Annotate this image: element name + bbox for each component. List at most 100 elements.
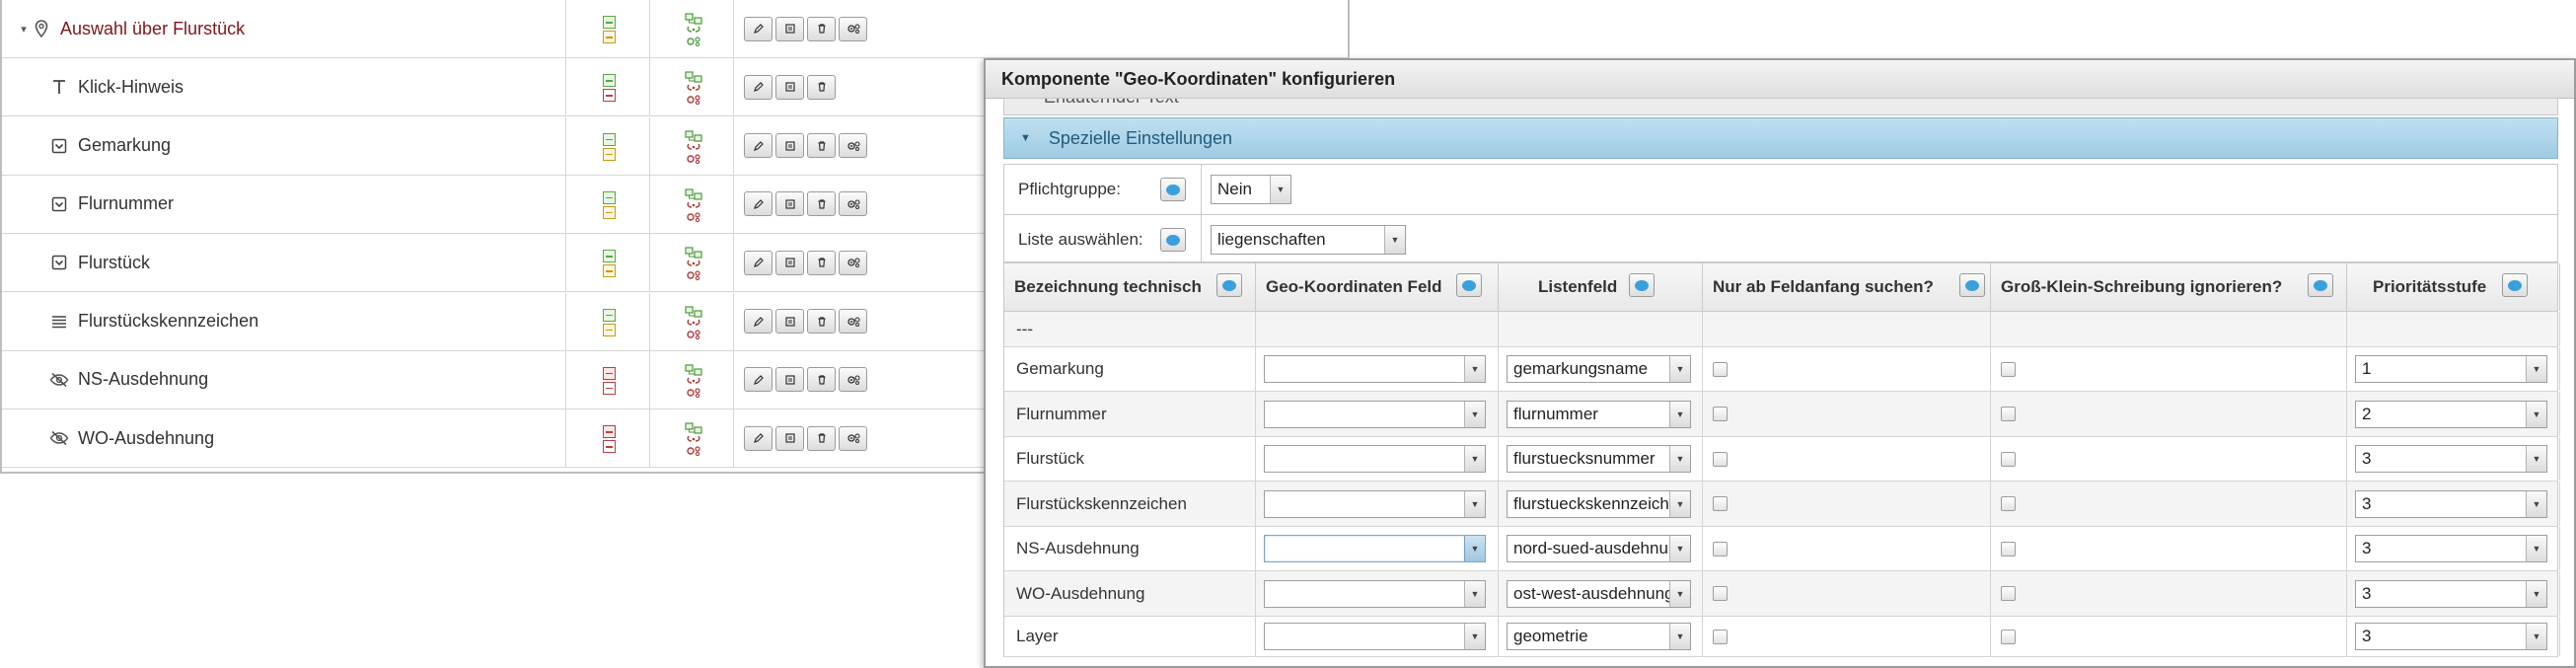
priority-select[interactable]: 3 ▼ <box>2355 445 2547 473</box>
copy-button[interactable] <box>775 367 804 393</box>
liste-help-button[interactable] <box>1160 228 1186 252</box>
chevron-down-icon[interactable]: ▼ <box>1464 356 1485 382</box>
chevron-down-icon[interactable]: ▼ <box>2526 580 2546 607</box>
tree-row[interactable]: ▾ Auswahl über Flurstück <box>2 0 1350 58</box>
column-help-button[interactable] <box>2502 273 2528 297</box>
chevron-down-icon[interactable]: ▼ <box>1464 446 1485 472</box>
chevron-down-icon[interactable]: ▼ <box>1669 446 1690 472</box>
trash-button[interactable] <box>807 250 836 275</box>
prefix-search-checkbox[interactable] <box>1713 361 1728 377</box>
geo-field-select[interactable]: ▼ <box>1264 355 1486 383</box>
column-help-button[interactable] <box>1629 273 1655 297</box>
column-help-button[interactable] <box>2308 273 2333 297</box>
prefix-search-checkbox[interactable] <box>1713 451 1728 467</box>
trash-button[interactable] <box>807 367 836 393</box>
dialog-title[interactable]: Komponente "Geo-Koordinaten" konfigurier… <box>986 60 2574 99</box>
prefix-search-checkbox[interactable] <box>1713 407 1728 421</box>
copy-button[interactable] <box>775 74 804 100</box>
gears-button[interactable] <box>839 309 867 334</box>
list-field-select[interactable]: flurstueckskennzeichen ▼ <box>1507 489 1691 518</box>
geo-field-select[interactable]: ▼ <box>1264 623 1486 650</box>
geo-field-select[interactable]: ▼ <box>1264 579 1486 608</box>
chevron-down-icon[interactable]: ▼ <box>2526 536 2546 561</box>
copy-button[interactable] <box>775 250 804 275</box>
list-field-select[interactable]: flurnummer ▼ <box>1507 400 1691 428</box>
priority-select[interactable]: 3 ▼ <box>2355 623 2547 650</box>
pencil-button[interactable] <box>744 133 773 159</box>
ignore-case-checkbox[interactable] <box>2001 541 2016 557</box>
pencil-button[interactable] <box>744 367 773 393</box>
chevron-down-icon[interactable]: ▼ <box>1669 490 1690 517</box>
accordion-special-settings[interactable]: ▼ Spezielle Einstellungen <box>1003 117 2558 159</box>
pencil-button[interactable] <box>744 309 773 334</box>
chevron-down-icon[interactable]: ▼ <box>1464 580 1485 607</box>
priority-select[interactable]: 3 ▼ <box>2355 535 2547 562</box>
trash-button[interactable] <box>807 191 836 217</box>
pencil-button[interactable] <box>744 191 773 217</box>
ignore-case-checkbox[interactable] <box>2001 451 2016 467</box>
prefix-search-checkbox[interactable] <box>1713 496 1728 511</box>
chevron-down-icon[interactable]: ▼ <box>1270 176 1290 203</box>
geo-field-select[interactable]: ▼ <box>1264 445 1486 473</box>
pencil-button[interactable] <box>744 74 773 100</box>
list-field-select[interactable]: flurstuecksnummer ▼ <box>1507 445 1691 473</box>
gears-button[interactable] <box>839 425 867 451</box>
chevron-down-icon[interactable]: ▼ <box>1669 536 1690 561</box>
prefix-search-checkbox[interactable] <box>1713 629 1728 644</box>
ignore-case-checkbox[interactable] <box>2001 586 2016 601</box>
prefix-search-checkbox[interactable] <box>1713 541 1728 557</box>
gears-button[interactable] <box>839 16 867 41</box>
pencil-button[interactable] <box>744 16 773 41</box>
pencil-button[interactable] <box>744 250 773 275</box>
gears-button[interactable] <box>839 191 867 217</box>
copy-button[interactable] <box>775 133 804 159</box>
ignore-case-checkbox[interactable] <box>2001 496 2016 511</box>
list-field-select[interactable]: ost-west-ausdehnung ▼ <box>1507 579 1691 608</box>
geo-field-select[interactable]: ▼ <box>1264 489 1486 518</box>
trash-button[interactable] <box>807 16 836 41</box>
list-field-select[interactable]: gemarkungsname ▼ <box>1507 355 1691 383</box>
column-help-button[interactable] <box>1216 273 1242 297</box>
list-field-select[interactable]: geometrie ▼ <box>1507 623 1691 650</box>
priority-select[interactable]: 3 ▼ <box>2355 489 2547 518</box>
chevron-down-icon[interactable]: ▼ <box>1669 580 1690 607</box>
column-help-button[interactable] <box>1456 273 1482 297</box>
trash-button[interactable] <box>807 74 836 100</box>
copy-button[interactable] <box>775 309 804 334</box>
prefix-search-checkbox[interactable] <box>1713 586 1728 601</box>
chevron-down-icon[interactable]: ▼ <box>1669 624 1690 649</box>
copy-button[interactable] <box>775 425 804 451</box>
chevron-down-icon[interactable]: ▼ <box>1669 401 1690 427</box>
chevron-down-icon[interactable]: ▼ <box>2526 490 2546 517</box>
list-field-select[interactable]: nord-sued-ausdehnung ▼ <box>1507 535 1691 562</box>
ignore-case-checkbox[interactable] <box>2001 407 2016 421</box>
trash-button[interactable] <box>807 133 836 159</box>
priority-select[interactable]: 2 ▼ <box>2355 400 2547 428</box>
chevron-down-icon[interactable]: ▼ <box>1464 401 1485 427</box>
pflichtgruppe-select[interactable]: Nein ▼ <box>1211 175 1291 204</box>
chevron-down-icon[interactable]: ▼ <box>1464 536 1485 561</box>
trash-button[interactable] <box>807 309 836 334</box>
copy-button[interactable] <box>775 16 804 41</box>
gears-button[interactable] <box>839 250 867 275</box>
geo-field-select[interactable]: ▼ <box>1264 400 1486 428</box>
chevron-down-icon[interactable]: ▼ <box>2526 624 2546 649</box>
priority-select[interactable]: 1 ▼ <box>2355 355 2547 383</box>
chevron-down-icon[interactable]: ▼ <box>1464 624 1485 649</box>
gears-button[interactable] <box>839 133 867 159</box>
chevron-down-icon[interactable]: ▼ <box>1384 226 1405 254</box>
accordion-explanatory-text[interactable]: Erläuternder Text <box>1003 98 2558 115</box>
geo-field-select[interactable]: ▼ <box>1264 535 1486 562</box>
trash-button[interactable] <box>807 425 836 451</box>
ignore-case-checkbox[interactable] <box>2001 361 2016 377</box>
gears-button[interactable] <box>839 367 867 393</box>
chevron-down-icon[interactable]: ▼ <box>2526 446 2546 472</box>
chevron-down-icon[interactable]: ▼ <box>2526 356 2546 382</box>
pflichtgruppe-help-button[interactable] <box>1160 178 1186 201</box>
ignore-case-checkbox[interactable] <box>2001 629 2016 644</box>
chevron-down-icon[interactable]: ▼ <box>2526 401 2546 427</box>
chevron-down-icon[interactable]: ▼ <box>1464 490 1485 517</box>
priority-select[interactable]: 3 ▼ <box>2355 579 2547 608</box>
column-help-button[interactable] <box>1959 273 1985 297</box>
chevron-down-icon[interactable]: ▼ <box>1669 356 1690 382</box>
